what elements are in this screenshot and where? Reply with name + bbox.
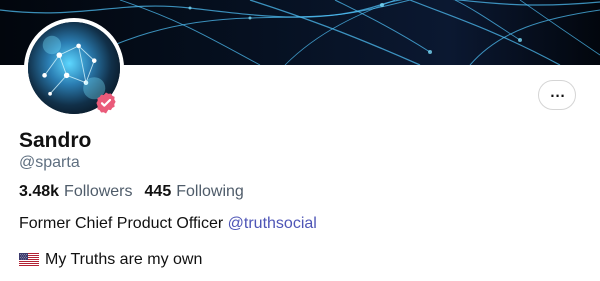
followers-count: 3.48k bbox=[19, 183, 60, 200]
bio-line-2: My Truths are my own bbox=[19, 250, 202, 269]
verified-badge-icon bbox=[94, 91, 118, 115]
more-options-button[interactable]: ... bbox=[538, 77, 576, 110]
bio-prefix: Former Chief Product Officer bbox=[19, 215, 228, 232]
bio-line-2-text: My Truths are my own bbox=[45, 251, 203, 268]
followers-label: Followers bbox=[64, 183, 133, 200]
profile-stats: 3.48k Followers 445 Following bbox=[19, 182, 256, 201]
us-flag-icon bbox=[19, 253, 39, 267]
profile-card: ... Sandro @sparta 3.48k Followers 445 F… bbox=[0, 0, 600, 281]
following-count: 445 bbox=[144, 183, 172, 200]
handle: @sparta bbox=[19, 154, 80, 171]
following-label: Following bbox=[176, 183, 244, 200]
more-options-icon: ... bbox=[549, 77, 565, 102]
bio-mention-link[interactable]: @truthsocial bbox=[228, 215, 317, 232]
bio-line-1: Former Chief Product Officer @truthsocia… bbox=[19, 214, 317, 234]
following-link[interactable]: 445 Following bbox=[145, 182, 244, 201]
followers-link[interactable]: 3.48k Followers bbox=[19, 182, 133, 201]
display-name: Sandro bbox=[19, 129, 92, 152]
